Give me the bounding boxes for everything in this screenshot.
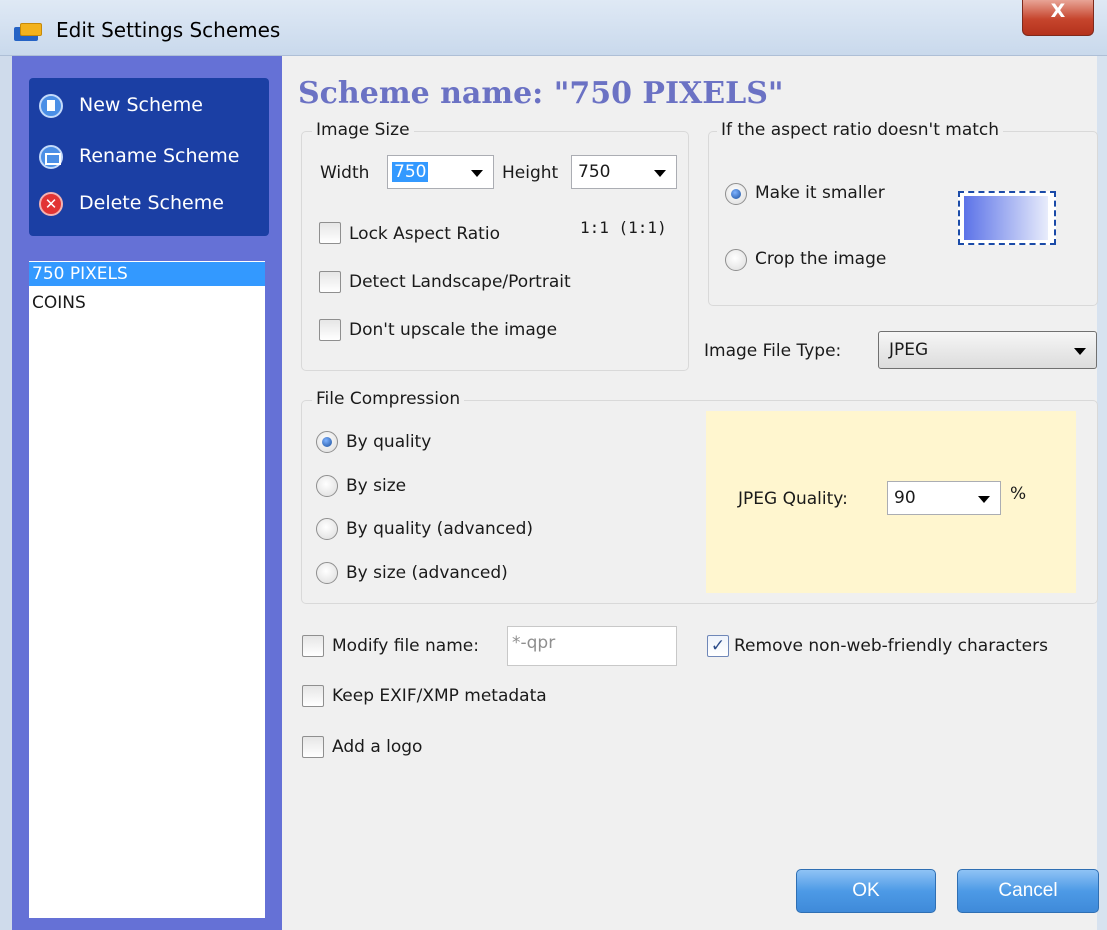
jpeg-quality-value: 90 xyxy=(894,488,916,508)
by-size-advanced-radio[interactable] xyxy=(316,562,338,584)
by-size-advanced-label: By size (advanced) xyxy=(346,563,508,583)
lock-aspect-label: Lock Aspect Ratio xyxy=(349,224,500,244)
file-type-value: JPEG xyxy=(889,340,929,360)
remove-characters-label: Remove non-web-friendly characters xyxy=(734,636,1048,656)
jpeg-quality-select[interactable]: 90 xyxy=(887,481,1001,515)
window-frame-right xyxy=(1097,56,1107,930)
new-document-icon xyxy=(39,94,63,118)
keep-metadata-label: Keep EXIF/XMP metadata xyxy=(332,686,547,706)
crop-image-label: Crop the image xyxy=(755,249,887,269)
chevron-down-icon xyxy=(471,170,483,177)
height-value: 750 xyxy=(578,162,611,182)
by-size-radio[interactable] xyxy=(316,475,338,497)
by-size-label: By size xyxy=(346,476,407,496)
keep-metadata-checkbox[interactable] xyxy=(302,685,324,707)
remove-characters-checkbox[interactable]: ✓ xyxy=(707,635,729,657)
app-icon xyxy=(14,22,44,42)
sidebar: New Scheme Rename Scheme ✕ Delete Scheme… xyxy=(12,56,282,930)
chevron-down-icon xyxy=(654,170,666,177)
chevron-down-icon xyxy=(978,496,990,503)
aspect-ratio-readout: 1:1 (1:1) xyxy=(580,218,667,237)
detect-orientation-checkbox[interactable] xyxy=(319,271,341,293)
no-upscale-checkbox[interactable] xyxy=(319,319,341,341)
rename-scheme-button[interactable]: Rename Scheme xyxy=(39,143,264,175)
detect-orientation-label: Detect Landscape/Portrait xyxy=(349,272,571,292)
title-bar: Edit Settings Schemes X xyxy=(0,0,1107,56)
add-logo-checkbox[interactable] xyxy=(302,736,324,758)
quality-unit: % xyxy=(1010,484,1027,504)
modify-filename-checkbox[interactable] xyxy=(302,635,324,657)
no-upscale-label: Don't upscale the image xyxy=(349,320,558,340)
add-logo-label: Add a logo xyxy=(332,737,423,757)
height-combo[interactable]: 750 xyxy=(571,155,677,189)
scheme-list[interactable]: 750 PIXELS COINS xyxy=(29,261,265,918)
make-smaller-label: Make it smaller xyxy=(755,183,885,203)
close-button[interactable]: X xyxy=(1022,0,1094,36)
ok-button[interactable]: OK xyxy=(796,869,936,913)
image-size-legend: Image Size xyxy=(312,120,414,140)
cancel-button[interactable]: Cancel xyxy=(957,869,1099,913)
new-scheme-label: New Scheme xyxy=(79,94,203,116)
delete-scheme-label: Delete Scheme xyxy=(79,192,224,214)
scheme-settings-panel: Scheme name: "750 PIXELS" Image Size Wid… xyxy=(282,56,1099,930)
new-scheme-button[interactable]: New Scheme xyxy=(39,92,264,124)
page-title: Scheme name: "750 PIXELS" xyxy=(298,76,784,111)
width-label: Width xyxy=(320,163,370,183)
make-smaller-radio[interactable] xyxy=(725,183,747,205)
rename-scheme-label: Rename Scheme xyxy=(79,145,240,167)
scheme-item-750-pixels[interactable]: 750 PIXELS xyxy=(29,262,265,286)
crop-image-radio[interactable] xyxy=(725,249,747,271)
aspect-preview xyxy=(958,191,1056,245)
file-compression-legend: File Compression xyxy=(312,389,465,409)
file-type-label: Image File Type: xyxy=(704,341,842,361)
by-quality-radio[interactable] xyxy=(316,431,338,453)
rename-icon xyxy=(39,145,63,169)
width-combo[interactable]: 750 xyxy=(387,155,494,189)
window-title: Edit Settings Schemes xyxy=(56,18,281,42)
scheme-item-coins[interactable]: COINS xyxy=(29,291,265,315)
height-label: Height xyxy=(502,163,559,183)
delete-scheme-button[interactable]: ✕ Delete Scheme xyxy=(39,190,264,222)
by-quality-advanced-label: By quality (advanced) xyxy=(346,519,534,539)
lock-aspect-checkbox[interactable] xyxy=(319,222,341,244)
filename-pattern-input[interactable]: *-qpr xyxy=(507,626,677,666)
jpeg-quality-label: JPEG Quality: xyxy=(738,489,848,509)
aspect-ratio-legend: If the aspect ratio doesn't match xyxy=(717,120,1004,140)
window-frame-left xyxy=(0,56,12,930)
file-type-select[interactable]: JPEG xyxy=(878,331,1097,369)
by-quality-advanced-radio[interactable] xyxy=(316,518,338,540)
scheme-actions: New Scheme Rename Scheme ✕ Delete Scheme xyxy=(29,78,269,236)
delete-icon: ✕ xyxy=(39,192,63,216)
by-quality-label: By quality xyxy=(346,432,432,452)
modify-filename-label: Modify file name: xyxy=(332,636,479,656)
chevron-down-icon xyxy=(1074,348,1086,355)
width-value: 750 xyxy=(392,162,429,182)
